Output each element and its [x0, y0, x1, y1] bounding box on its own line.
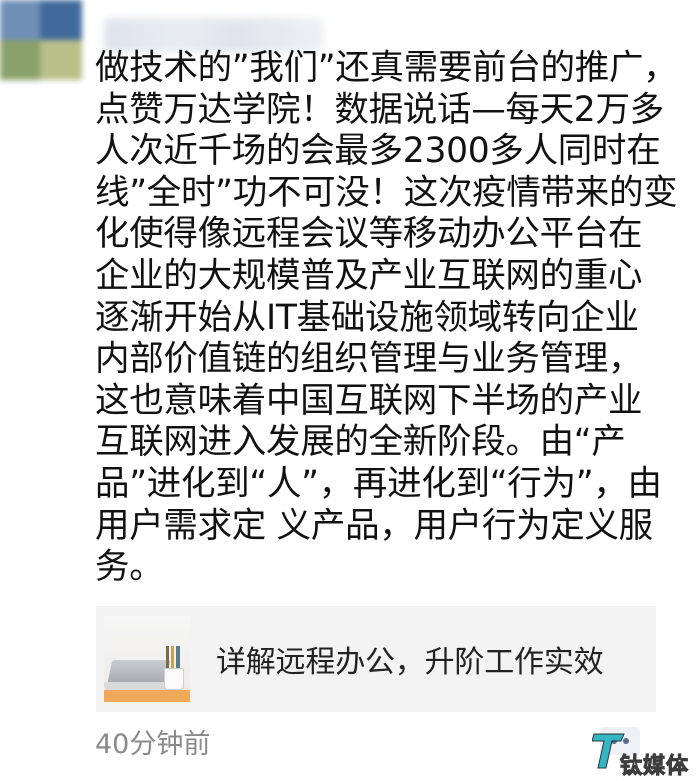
laptop-desk-thumbnail: [104, 616, 190, 702]
post-line: 化使得像远程会议等移动办公平台在: [95, 214, 643, 255]
post-line: 务。: [95, 547, 164, 588]
article-title: 详解远程办公，升阶工作实效: [216, 645, 604, 680]
post-line: 互联网进入发展的全新阶段。由“产: [95, 422, 626, 463]
post-line: 人次近千场的会最多2300多人同时在: [95, 131, 661, 172]
post-line: 线”全时”功不可没！这次疫情带来的变: [95, 172, 678, 213]
post-line: 品”进化到“人”，再进化到“行为”，由: [95, 463, 662, 504]
desk-shape: [104, 690, 190, 702]
laptop-screen-shape: [107, 660, 171, 682]
post-line: 做技术的”我们”还真需要前台的推广，: [95, 48, 678, 88]
moments-post: 做技术的”我们”还真需要前台的推广， 点赞万达学院！数据说话—每天2万多 人次近…: [0, 0, 700, 781]
post-line: 点赞万达学院！数据说话—每天2万多: [95, 89, 664, 130]
watermark-text: 钛媒体: [619, 754, 690, 780]
post-line: 这也意味着中国互联网下半场的产业: [95, 380, 643, 421]
post-line: 企业的大规模普及产业互联网的重心: [95, 255, 643, 296]
post-timestamp: 40分钟前: [95, 729, 211, 760]
avatar[interactable]: [0, 0, 82, 80]
post-line: 用户需求定 义产品，用户行为定义服: [95, 505, 653, 546]
cup-shape: [164, 668, 184, 690]
post-line: 内部价值链的组织管理与业务管理，: [95, 339, 643, 380]
shared-article-card[interactable]: 详解远程办公，升阶工作实效: [96, 606, 656, 712]
username-blurred[interactable]: [104, 18, 324, 52]
post-text: 做技术的”我们”还真需要前台的推广， 点赞万达学院！数据说话—每天2万多 人次近…: [95, 48, 695, 589]
tmtpost-logo-icon: 钛媒体: [590, 728, 694, 780]
post-line: 逐渐开始从IT基础设施领域转向企业: [95, 297, 639, 338]
